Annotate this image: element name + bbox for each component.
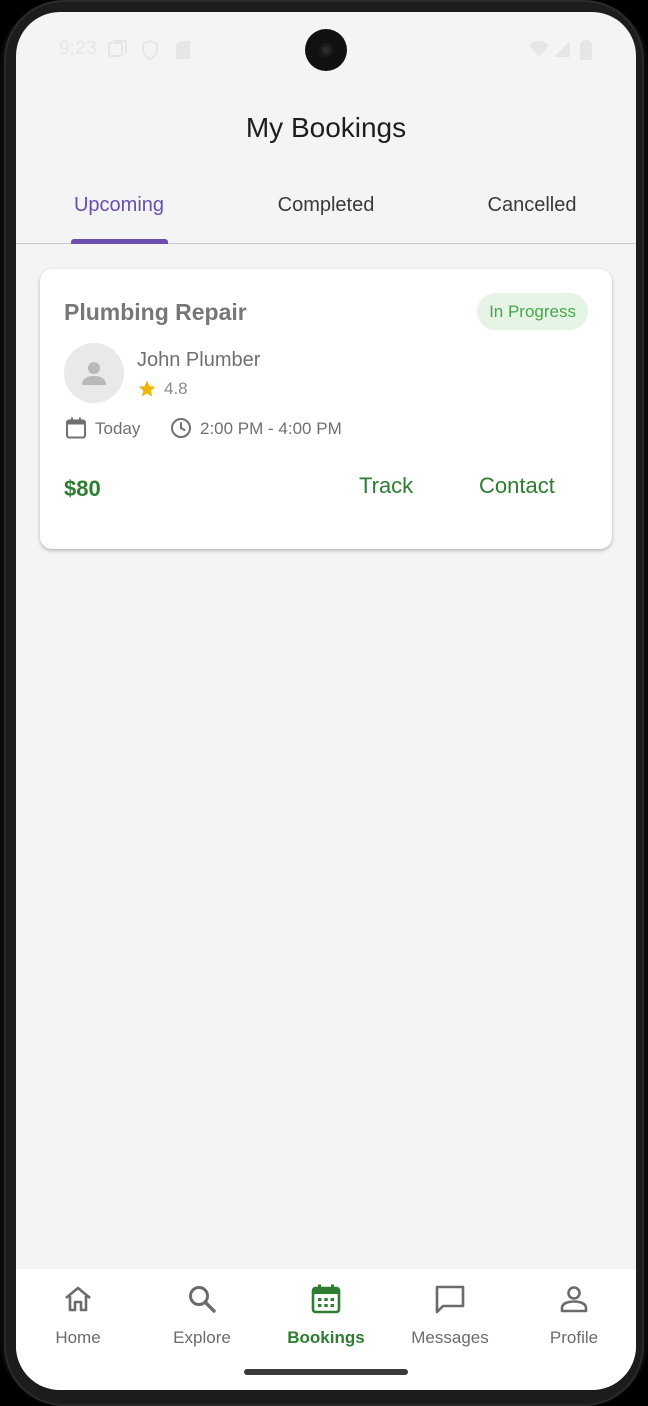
calendar-icon xyxy=(66,417,86,439)
avatar xyxy=(64,343,124,403)
signal-icon xyxy=(553,40,571,63)
status-badge: In Progress xyxy=(477,293,588,330)
clock-icon xyxy=(171,418,191,438)
nav-explore-label: Explore xyxy=(173,1328,231,1347)
nav-messages[interactable]: Messages xyxy=(388,1281,512,1355)
message-icon xyxy=(435,1285,465,1314)
nav-profile[interactable]: Profile xyxy=(512,1281,636,1355)
page-title: My Bookings xyxy=(245,112,407,143)
device-frame: 9:23 My Bookings Upcoming Completed Canc… xyxy=(0,0,648,1406)
booking-tabs: Upcoming Completed Cancelled xyxy=(16,180,636,244)
time-info: 2:00 PM - 4:00 PM xyxy=(169,416,342,442)
date-info: Today xyxy=(64,416,140,442)
search-icon xyxy=(189,1286,216,1313)
provider-name: John Plumber xyxy=(137,349,261,371)
tab-indicator xyxy=(71,239,168,244)
nav-bookings[interactable]: Bookings xyxy=(264,1281,388,1355)
home-icon xyxy=(65,1286,91,1312)
bottom-navigation: Home Explore Bookings Messages Profile xyxy=(16,1269,636,1390)
rating-value: 4.8 xyxy=(164,379,188,398)
nav-home[interactable]: Home xyxy=(16,1281,140,1355)
service-title: Plumbing Repair xyxy=(64,299,247,325)
nav-explore[interactable]: Explore xyxy=(140,1281,264,1355)
nav-home-label: Home xyxy=(55,1328,101,1347)
tab-completed[interactable]: Completed xyxy=(278,194,375,217)
calendar-icon xyxy=(311,1284,341,1314)
status-time: 9:23 xyxy=(59,38,97,59)
nav-profile-label: Profile xyxy=(549,1328,599,1347)
booking-date: Today xyxy=(95,419,141,438)
nav-messages-label: Messages xyxy=(411,1328,489,1347)
track-button[interactable]: Track xyxy=(359,473,413,499)
schedule-row: Today 2:00 PM - 4:00 PM xyxy=(64,416,584,442)
booking-price: $80 xyxy=(64,476,101,501)
shield-icon xyxy=(141,39,159,65)
battery-icon xyxy=(580,40,592,65)
provider-rating: 4.8 xyxy=(137,379,188,399)
tab-cancelled[interactable]: Cancelled xyxy=(488,194,577,217)
wifi-icon xyxy=(528,40,550,63)
person-icon xyxy=(82,362,106,385)
booking-card[interactable]: Plumbing Repair In Progress John Plumber… xyxy=(40,269,612,549)
nav-bookings-label: Bookings xyxy=(287,1328,365,1347)
star-icon xyxy=(138,380,156,397)
sd-card-icon xyxy=(175,40,191,65)
screenshot-icon xyxy=(108,40,128,63)
app-screen: 9:23 My Bookings Upcoming Completed Canc… xyxy=(16,12,636,1390)
front-camera xyxy=(305,29,347,71)
booking-time: 2:00 PM - 4:00 PM xyxy=(200,419,342,438)
home-indicator[interactable] xyxy=(244,1369,408,1375)
person-icon xyxy=(560,1286,588,1313)
status-bar: 9:23 xyxy=(16,12,636,88)
tab-upcoming[interactable]: Upcoming xyxy=(74,194,164,217)
contact-button[interactable]: Contact xyxy=(479,473,555,499)
